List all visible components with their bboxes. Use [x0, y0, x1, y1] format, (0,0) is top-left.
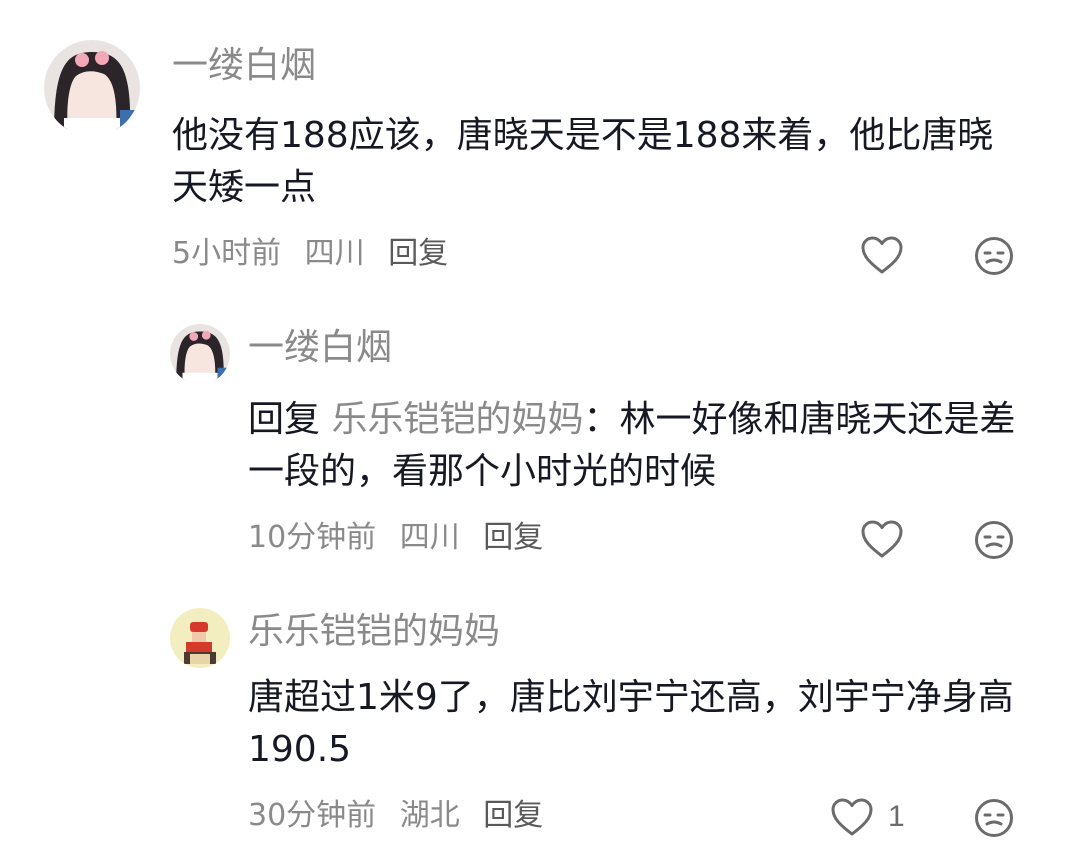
heart-outline-icon — [861, 520, 903, 558]
like-button[interactable] — [860, 232, 918, 278]
avatar-image — [170, 608, 230, 668]
comment-meta: 5小时前 四川 回复 — [172, 234, 462, 274]
comment-username[interactable]: 乐乐铠铠的妈妈 — [248, 610, 500, 654]
comment-time: 30分钟前 — [248, 798, 377, 833]
reply-prefix: 回复 — [248, 399, 321, 440]
avatar-image — [170, 324, 230, 384]
comment-location: 四川 — [304, 236, 365, 271]
like-button[interactable]: 1 — [830, 794, 905, 840]
comment-time: 10分钟前 — [248, 520, 377, 555]
heart-outline-icon — [861, 236, 903, 274]
like-button[interactable] — [860, 516, 918, 562]
dislike-button[interactable] — [974, 236, 1014, 276]
meh-face-icon — [975, 799, 1013, 837]
comment-location: 湖北 — [399, 798, 460, 833]
dislike-button[interactable] — [974, 798, 1014, 838]
meh-face-icon — [975, 237, 1013, 275]
comment-text: 回复 乐乐铠铠的妈妈：林一好像和唐晓天还是差一段的，看那个小时光的时候 — [248, 394, 1038, 498]
avatar[interactable] — [44, 40, 140, 136]
comment-meta: 10分钟前 四川 回复 — [248, 518, 557, 558]
reply-button[interactable]: 回复 — [483, 520, 543, 555]
comment-text: 唐超过1米9了，唐比刘宇宁还高，刘宇宁净身高190.5 — [248, 677, 1014, 770]
comment-meta: 30分钟前 湖北 回复 — [248, 796, 557, 836]
comment-username[interactable]: 一缕白烟 — [248, 326, 392, 370]
avatar-image — [44, 40, 140, 136]
dislike-button[interactable] — [974, 520, 1014, 560]
mention-username[interactable]: 乐乐铠铠的妈妈 — [331, 399, 583, 440]
comment-text: 他没有188应该，唐晓天是不是188来着，他比唐晓天矮一点 — [172, 115, 994, 208]
meh-face-icon — [975, 521, 1013, 559]
avatar[interactable] — [170, 608, 230, 668]
reply-button[interactable]: 回复 — [483, 798, 543, 833]
like-count: 1 — [888, 800, 905, 833]
comment-location: 四川 — [399, 520, 460, 555]
comment-username[interactable]: 一缕白烟 — [172, 44, 316, 88]
reply-button[interactable]: 回复 — [388, 236, 448, 271]
avatar[interactable] — [170, 324, 230, 384]
heart-outline-icon — [831, 798, 873, 836]
comment-time: 5小时前 — [172, 236, 282, 271]
